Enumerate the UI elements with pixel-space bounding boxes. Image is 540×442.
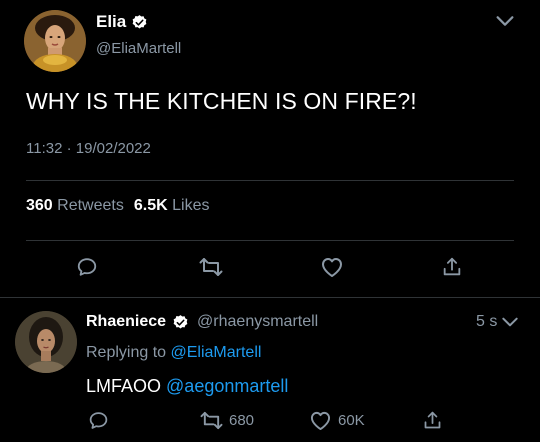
like-count: 60K <box>338 412 365 429</box>
author-handle[interactable]: @EliaMartell <box>96 40 181 57</box>
likes-stat[interactable]: 6.5K Likes <box>134 197 210 215</box>
elia-avatar[interactable] <box>24 10 86 72</box>
share-icon <box>441 256 463 278</box>
reply-display-name[interactable]: Rhaeniece <box>86 313 166 331</box>
replying-to: Replying to @EliaMartell <box>86 344 261 362</box>
meta-separator: · <box>66 140 72 157</box>
tweet-time: 11:32 <box>26 140 63 157</box>
reply-button[interactable] <box>88 410 109 431</box>
rhaeniece-avatar[interactable] <box>15 311 77 373</box>
reply-icon <box>88 410 109 431</box>
reply-body: LMFAOO <box>86 376 162 396</box>
retweets-label: Retweets <box>57 197 124 214</box>
likes-count: 6.5K <box>133 197 168 214</box>
reply-author[interactable]: Rhaeniece @rhaenysmartell <box>86 313 318 331</box>
retweet-icon <box>200 410 223 431</box>
reply-icon <box>76 256 98 278</box>
divider <box>26 180 514 181</box>
reply-text: LMFAOO @aegonmartell <box>86 376 288 397</box>
verified-badge-icon <box>131 14 148 31</box>
like-button[interactable]: 60K <box>309 410 365 431</box>
share-icon <box>422 410 443 431</box>
tweet-timestamp[interactable]: 11:32 · 19/02/2022 <box>26 140 151 157</box>
verified-badge-icon <box>172 314 189 331</box>
divider <box>0 297 540 298</box>
tweet-stats: 360 Retweets 6.5K Likes <box>26 197 209 215</box>
share-button[interactable] <box>441 256 463 278</box>
retweets-stat[interactable]: 360 Retweets <box>26 197 124 215</box>
author-display-name[interactable]: Elia <box>96 12 126 32</box>
reply-mention[interactable]: @aegonmartell <box>166 376 288 396</box>
tweet-author[interactable]: Elia <box>96 12 148 32</box>
retweet-button[interactable]: 680 <box>200 410 254 431</box>
retweets-count: 360 <box>26 197 53 214</box>
chevron-down-icon[interactable] <box>494 10 516 37</box>
divider <box>26 240 514 241</box>
heart-icon <box>320 256 344 278</box>
tweet-text: WHY IS THE KITCHEN IS ON FIRE?! <box>26 88 417 114</box>
retweet-button[interactable] <box>199 256 223 278</box>
tweet-date: 19/02/2022 <box>75 140 151 157</box>
replying-prefix: Replying to <box>86 344 167 361</box>
likes-label: Likes <box>172 197 210 214</box>
main-tweet: Elia @EliaMartell WHY IS THE KITCHEN IS … <box>0 0 540 297</box>
reply-timestamp[interactable]: 5 s <box>476 313 497 331</box>
share-button[interactable] <box>422 410 443 431</box>
reply-button[interactable] <box>76 256 98 278</box>
retweet-icon <box>199 256 223 278</box>
reply-handle[interactable]: @rhaenysmartell <box>197 313 318 331</box>
replying-to-mention[interactable]: @EliaMartell <box>171 344 262 361</box>
like-button[interactable] <box>320 256 344 278</box>
heart-icon <box>309 410 332 431</box>
chevron-down-icon[interactable] <box>500 312 520 337</box>
retweet-count: 680 <box>229 412 255 429</box>
